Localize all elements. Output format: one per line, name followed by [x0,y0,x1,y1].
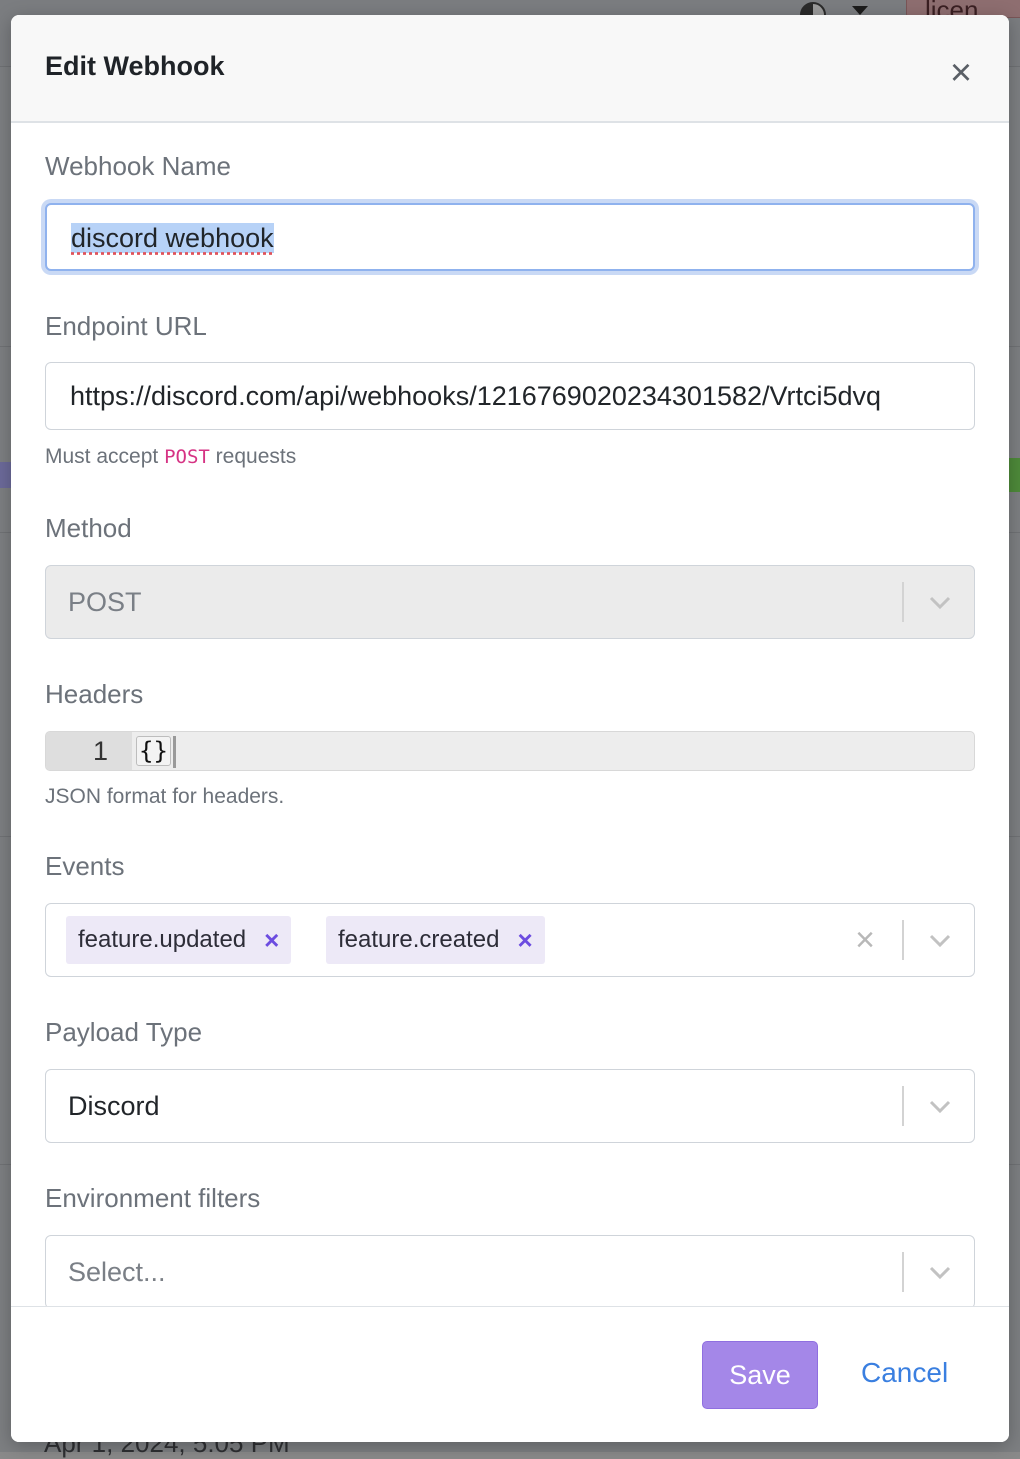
chevron-down-icon [929,596,951,610]
headers-code: {} [136,736,171,766]
event-chip-label: feature.created [338,926,500,953]
events-multiselect[interactable]: feature.updated × feature.created × × [45,903,975,977]
help-text: Must accept [45,445,165,468]
close-icon[interactable]: × [943,54,979,92]
events-label: Events [45,851,125,881]
chevron-down-icon [929,1266,951,1280]
code-line: {} [136,732,176,770]
event-chip-label: feature.updated [78,926,247,953]
chevron-down-icon [929,1100,951,1114]
remove-chip-icon[interactable]: × [264,925,279,956]
payload-type-label: Payload Type [45,1017,203,1047]
headers-help: JSON format for headers. [45,785,285,808]
headers-code-editor[interactable]: 1 {} [45,731,975,771]
remove-chip-icon[interactable]: × [517,925,532,956]
event-chip: feature.updated × [66,916,292,964]
method-value: POST [68,587,142,617]
line-number: 1 [46,732,132,770]
save-button[interactable]: Save [702,1341,818,1409]
background-tag [1008,458,1020,492]
select-divider [902,1252,904,1292]
payload-type-select[interactable]: Discord [45,1069,975,1143]
select-divider [902,582,904,622]
modal-footer: Save Cancel [11,1306,1009,1442]
caret-down-icon [852,6,868,15]
webhook-name-input[interactable]: discord webhook [45,203,975,271]
endpoint-url-label: Endpoint URL [45,311,207,341]
webhook-name-label: Webhook Name [45,151,231,181]
help-text: requests [209,445,297,468]
text-cursor [172,736,176,768]
clear-all-icon[interactable]: × [850,922,880,958]
environment-filters-select[interactable]: Select... [45,1235,975,1307]
endpoint-url-help: Must accept POST requests [45,445,296,469]
environment-filters-label: Environment filters [45,1183,261,1213]
post-code: POST [164,446,210,468]
endpoint-url-input[interactable]: https://discord.com/api/webhooks/1216769… [45,362,975,430]
select-divider [902,920,904,960]
method-label: Method [45,513,132,543]
select-divider [902,1086,904,1126]
headers-label: Headers [45,679,144,709]
edit-webhook-modal: Edit Webhook × Webhook Name discord webh… [11,15,1009,1442]
environment-filters-placeholder: Select... [68,1257,166,1287]
payload-type-value: Discord [68,1091,160,1121]
method-select[interactable]: POST [45,565,975,639]
event-chip: feature.created × [326,916,545,964]
chevron-down-icon[interactable] [926,926,954,954]
modal-header: Edit Webhook × [11,15,1009,123]
modal-body: Webhook Name discord webhook Endpoint UR… [11,123,1009,1307]
webhook-name-value: discord webhook [71,223,274,253]
cancel-button[interactable]: Cancel [861,1357,948,1389]
modal-title: Edit Webhook [45,51,225,81]
